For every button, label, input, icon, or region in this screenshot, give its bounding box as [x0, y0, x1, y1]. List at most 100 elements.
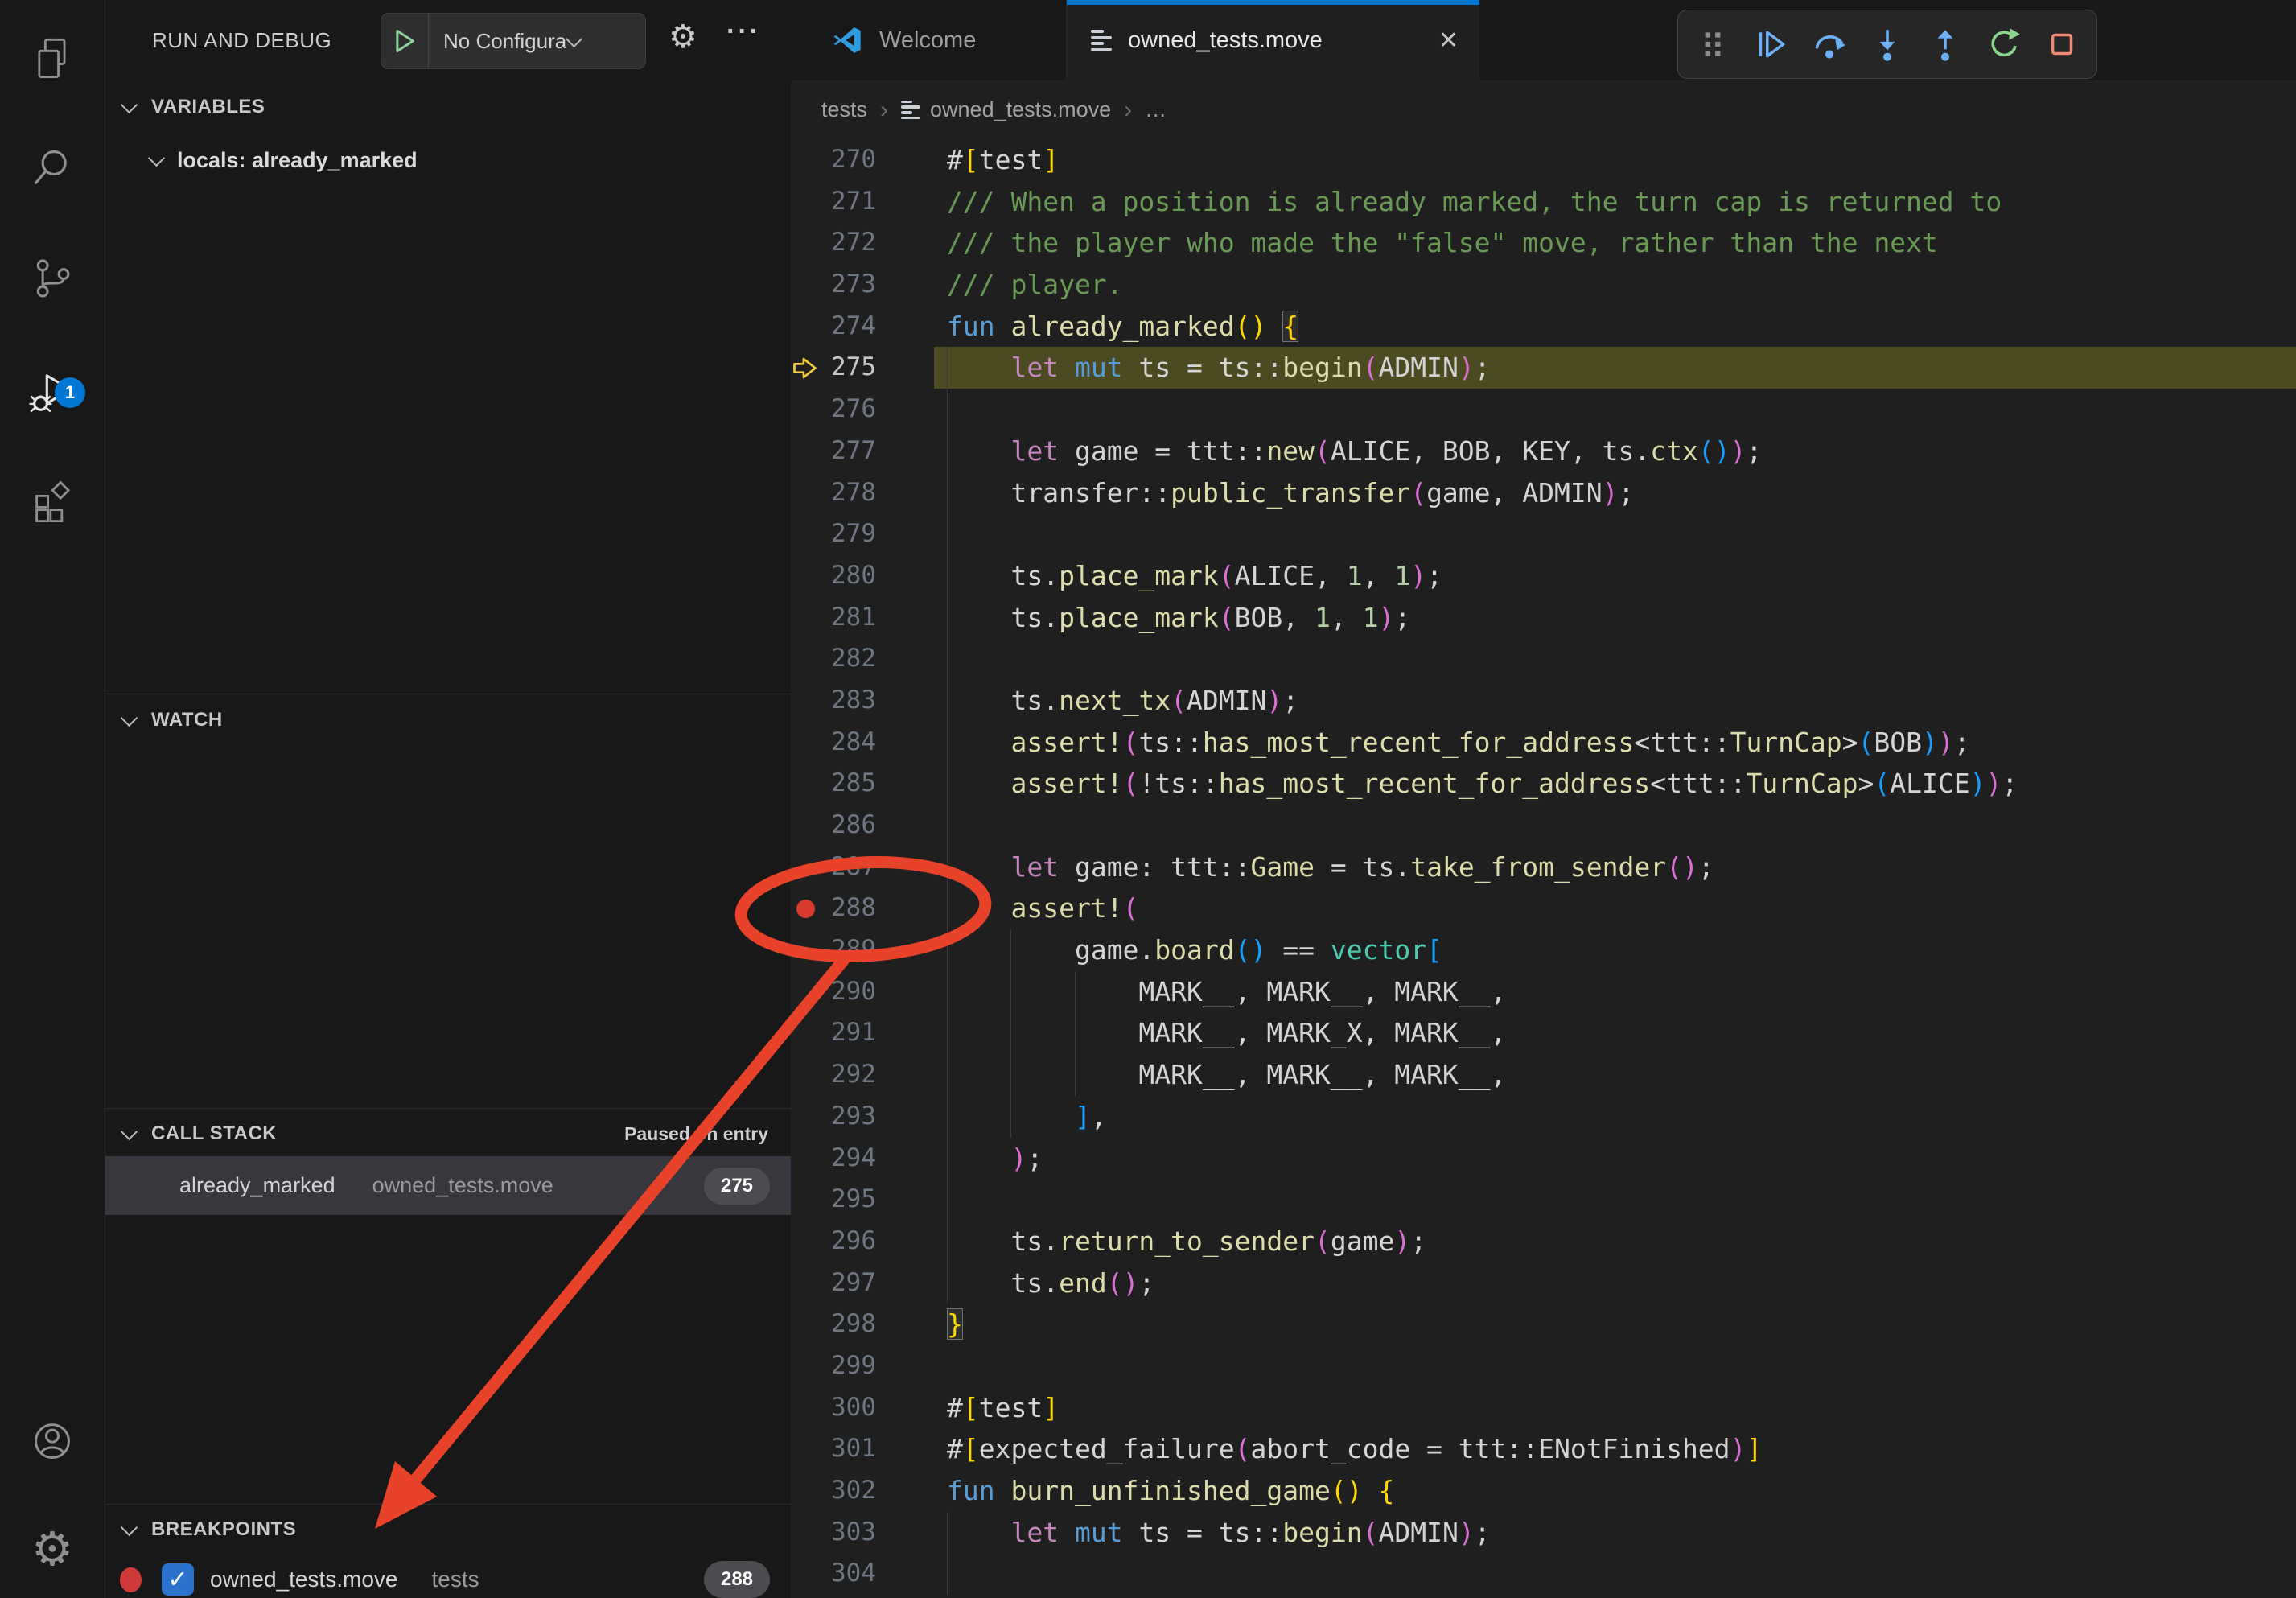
breakpoint-gutter[interactable]: [791, 181, 820, 223]
code-text[interactable]: let mut ts = ts::begin(ADMIN);: [876, 1512, 2296, 1554]
call-stack-frame-row[interactable]: already_marked owned_tests.move 275: [105, 1156, 791, 1215]
breadcrumb-file[interactable]: owned_tests.move: [930, 97, 1111, 122]
code-line[interactable]: 270#[test]: [791, 139, 2296, 181]
breakpoint-gutter[interactable]: [791, 430, 820, 472]
code-line[interactable]: 281 ts.place_mark(BOB, 1, 1);: [791, 597, 2296, 639]
code-line[interactable]: 304: [791, 1553, 2296, 1595]
line-number[interactable]: 294: [820, 1138, 876, 1180]
code-line[interactable]: 301#[expected_failure(abort_code = ttt::…: [791, 1428, 2296, 1470]
code-text[interactable]: ],: [876, 1096, 2296, 1138]
breakpoint-list-item[interactable]: ✓ owned_tests.move tests 288: [105, 1556, 791, 1598]
continue-icon[interactable]: [1748, 21, 1795, 68]
line-number[interactable]: 277: [820, 430, 876, 472]
breakpoint-gutter[interactable]: [791, 1054, 820, 1096]
code-text[interactable]: fun burn_unfinished_game() {: [876, 1470, 2296, 1512]
line-number[interactable]: 284: [820, 722, 876, 764]
code-line[interactable]: 273/// player.: [791, 264, 2296, 306]
breadcrumb-folder[interactable]: tests: [821, 97, 867, 122]
breakpoint-gutter[interactable]: [791, 1262, 820, 1304]
breakpoint-gutter[interactable]: [791, 763, 820, 805]
launch-configuration-dropdown[interactable]: No Configura: [381, 13, 646, 69]
code-text[interactable]: transfer::public_transfer(game, ADMIN);: [876, 472, 2296, 514]
stop-icon[interactable]: [2039, 21, 2085, 68]
code-line[interactable]: 274fun already_marked() {: [791, 306, 2296, 348]
breakpoint-gutter[interactable]: [791, 222, 820, 264]
line-number[interactable]: 303: [820, 1512, 876, 1554]
code-text[interactable]: /// When a position is already marked, t…: [876, 181, 2296, 223]
code-text[interactable]: let game: ttt::Game = ts.take_from_sende…: [876, 846, 2296, 888]
step-over-icon[interactable]: [1806, 21, 1853, 68]
line-number[interactable]: 304: [820, 1553, 876, 1595]
code-line[interactable]: 285 assert!(!ts::has_most_recent_for_add…: [791, 763, 2296, 805]
settings-gear-icon[interactable]: ⚙︎: [0, 1505, 105, 1594]
code-line[interactable]: 290 MARK__, MARK__, MARK__,: [791, 971, 2296, 1013]
code-text[interactable]: #[expected_failure(abort_code = ttt::ENo…: [876, 1428, 2296, 1470]
line-number[interactable]: 290: [820, 971, 876, 1013]
code-line[interactable]: 303 let mut ts = ts::begin(ADMIN);: [791, 1512, 2296, 1554]
more-actions-icon[interactable]: ···: [726, 16, 761, 47]
breakpoint-gutter[interactable]: [791, 1012, 820, 1054]
code-text[interactable]: ts.return_to_sender(game);: [876, 1221, 2296, 1262]
code-line[interactable]: 300#[test]: [791, 1387, 2296, 1429]
code-text[interactable]: MARK__, MARK_X, MARK__,: [876, 1012, 2296, 1054]
code-line[interactable]: 278 transfer::public_transfer(game, ADMI…: [791, 472, 2296, 514]
code-lines[interactable]: 270#[test]271/// When a position is alre…: [791, 139, 2296, 1595]
breakpoint-gutter[interactable]: [791, 680, 820, 722]
code-line[interactable]: 282: [791, 638, 2296, 680]
code-line[interactable]: 271/// When a position is already marked…: [791, 181, 2296, 223]
code-text[interactable]: /// player.: [876, 264, 2296, 306]
breakpoint-gutter[interactable]: [791, 389, 820, 430]
line-number[interactable]: 300: [820, 1387, 876, 1429]
line-number[interactable]: 293: [820, 1096, 876, 1138]
code-text[interactable]: [876, 1179, 2296, 1221]
close-icon[interactable]: ✕: [1438, 27, 1459, 55]
step-into-icon[interactable]: [1864, 21, 1911, 68]
code-text[interactable]: ts.place_mark(BOB, 1, 1);: [876, 597, 2296, 639]
code-line[interactable]: 292 MARK__, MARK__, MARK__,: [791, 1054, 2296, 1096]
code-text[interactable]: [876, 805, 2296, 846]
code-text[interactable]: ts.next_tx(ADMIN);: [876, 680, 2296, 722]
breakpoint-gutter[interactable]: [791, 1345, 820, 1387]
line-number[interactable]: 297: [820, 1262, 876, 1304]
code-line[interactable]: 272/// the player who made the "false" m…: [791, 222, 2296, 264]
drag-grip-icon[interactable]: [1689, 21, 1736, 68]
code-line[interactable]: 298}: [791, 1304, 2296, 1345]
code-text[interactable]: /// the player who made the "false" move…: [876, 222, 2296, 264]
run-and-debug-icon[interactable]: 1: [0, 348, 105, 437]
breakpoint-gutter[interactable]: [791, 597, 820, 639]
breakpoint-gutter[interactable]: [791, 1553, 820, 1595]
breakpoint-gutter[interactable]: [791, 805, 820, 846]
code-text[interactable]: ts.end();: [876, 1262, 2296, 1304]
breakpoint-gutter[interactable]: [791, 264, 820, 306]
code-text[interactable]: }: [876, 1304, 2296, 1345]
code-line[interactable]: 287 let game: ttt::Game = ts.take_from_s…: [791, 846, 2296, 888]
source-control-icon[interactable]: [0, 234, 105, 323]
debug-settings-gear-icon[interactable]: ⚙︎: [669, 21, 697, 53]
line-number[interactable]: 299: [820, 1345, 876, 1387]
code-line[interactable]: 277 let game = ttt::new(ALICE, BOB, KEY,…: [791, 430, 2296, 472]
breakpoints-section-header[interactable]: BREAKPOINTS: [105, 1509, 791, 1550]
line-number[interactable]: 287: [820, 846, 876, 888]
explorer-icon[interactable]: [0, 14, 105, 103]
line-number[interactable]: 280: [820, 555, 876, 597]
code-line[interactable]: 276: [791, 389, 2296, 430]
line-number[interactable]: 285: [820, 763, 876, 805]
variables-section-header[interactable]: VARIABLES: [105, 87, 791, 127]
breakpoint-gutter[interactable]: [791, 929, 820, 971]
line-number[interactable]: 291: [820, 1012, 876, 1054]
breakpoint-gutter[interactable]: [791, 513, 820, 555]
line-number[interactable]: 302: [820, 1470, 876, 1512]
code-line[interactable]: 294 );: [791, 1138, 2296, 1180]
breakpoint-gutter[interactable]: [791, 306, 820, 348]
breakpoint-gutter[interactable]: [791, 1512, 820, 1554]
breakpoint-gutter[interactable]: [791, 555, 820, 597]
code-text[interactable]: MARK__, MARK__, MARK__,: [876, 1054, 2296, 1096]
line-number[interactable]: 296: [820, 1221, 876, 1262]
code-line[interactable]: 289 game.board() == vector[: [791, 929, 2296, 971]
code-text[interactable]: MARK__, MARK__, MARK__,: [876, 971, 2296, 1013]
line-number[interactable]: 276: [820, 389, 876, 430]
code-line[interactable]: 299: [791, 1345, 2296, 1387]
breakpoint-gutter[interactable]: [791, 1304, 820, 1345]
line-number[interactable]: 274: [820, 306, 876, 348]
tab-owned-tests[interactable]: owned_tests.move ✕: [1067, 0, 1479, 80]
